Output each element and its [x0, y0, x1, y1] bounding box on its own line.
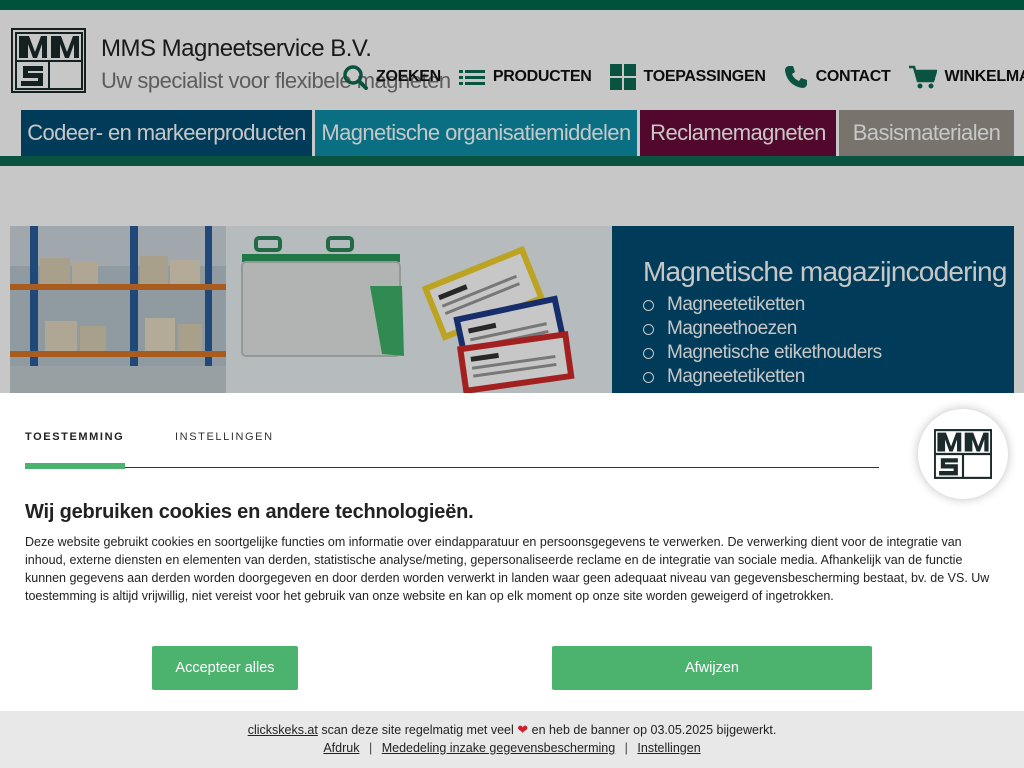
mms-logo-icon: [934, 429, 992, 479]
cookie-footer: clickskeks.at scan deze site regelmatig …: [0, 711, 1024, 768]
privacy-notice-link[interactable]: Mededeling inzake gegevensbescherming: [382, 741, 615, 755]
link-separator: |: [368, 741, 373, 755]
settings-link[interactable]: Instellingen: [637, 741, 700, 755]
scan-text: scan deze site regelmatig met veel: [321, 723, 514, 737]
heart-icon: ❤: [517, 722, 529, 737]
imprint-link[interactable]: Afdruk: [323, 741, 359, 755]
reject-button[interactable]: Afwijzen: [552, 646, 872, 690]
tab-settings[interactable]: INSTELLINGEN: [175, 431, 274, 443]
clickskeks-link[interactable]: clickskeks.at: [248, 723, 318, 737]
accept-all-button[interactable]: Accepteer alles: [152, 646, 298, 690]
cookie-consent-banner: TOESTEMMING INSTELLINGEN Wij gebruiken c…: [0, 393, 1024, 768]
cookie-footer-scan-note: clickskeks.at scan deze site regelmatig …: [0, 722, 1024, 738]
cookie-description: Deze website gebruikt cookies en soortge…: [25, 535, 990, 603]
cookie-footer-links: Afdruk | Mededeling inzake gegevensbesch…: [0, 741, 1024, 755]
cookie-tabs: TOESTEMMING INSTELLINGEN: [25, 431, 879, 469]
tab-consent[interactable]: TOESTEMMING: [25, 431, 124, 443]
updated-text: en heb de banner op 03.05.2025 bijgewerk…: [531, 723, 777, 737]
cookie-banner-logo: [918, 409, 1008, 499]
cookie-heading: Wij gebruiken cookies en andere technolo…: [25, 501, 474, 523]
active-tab-indicator: [25, 462, 125, 469]
link-separator: |: [624, 741, 628, 755]
